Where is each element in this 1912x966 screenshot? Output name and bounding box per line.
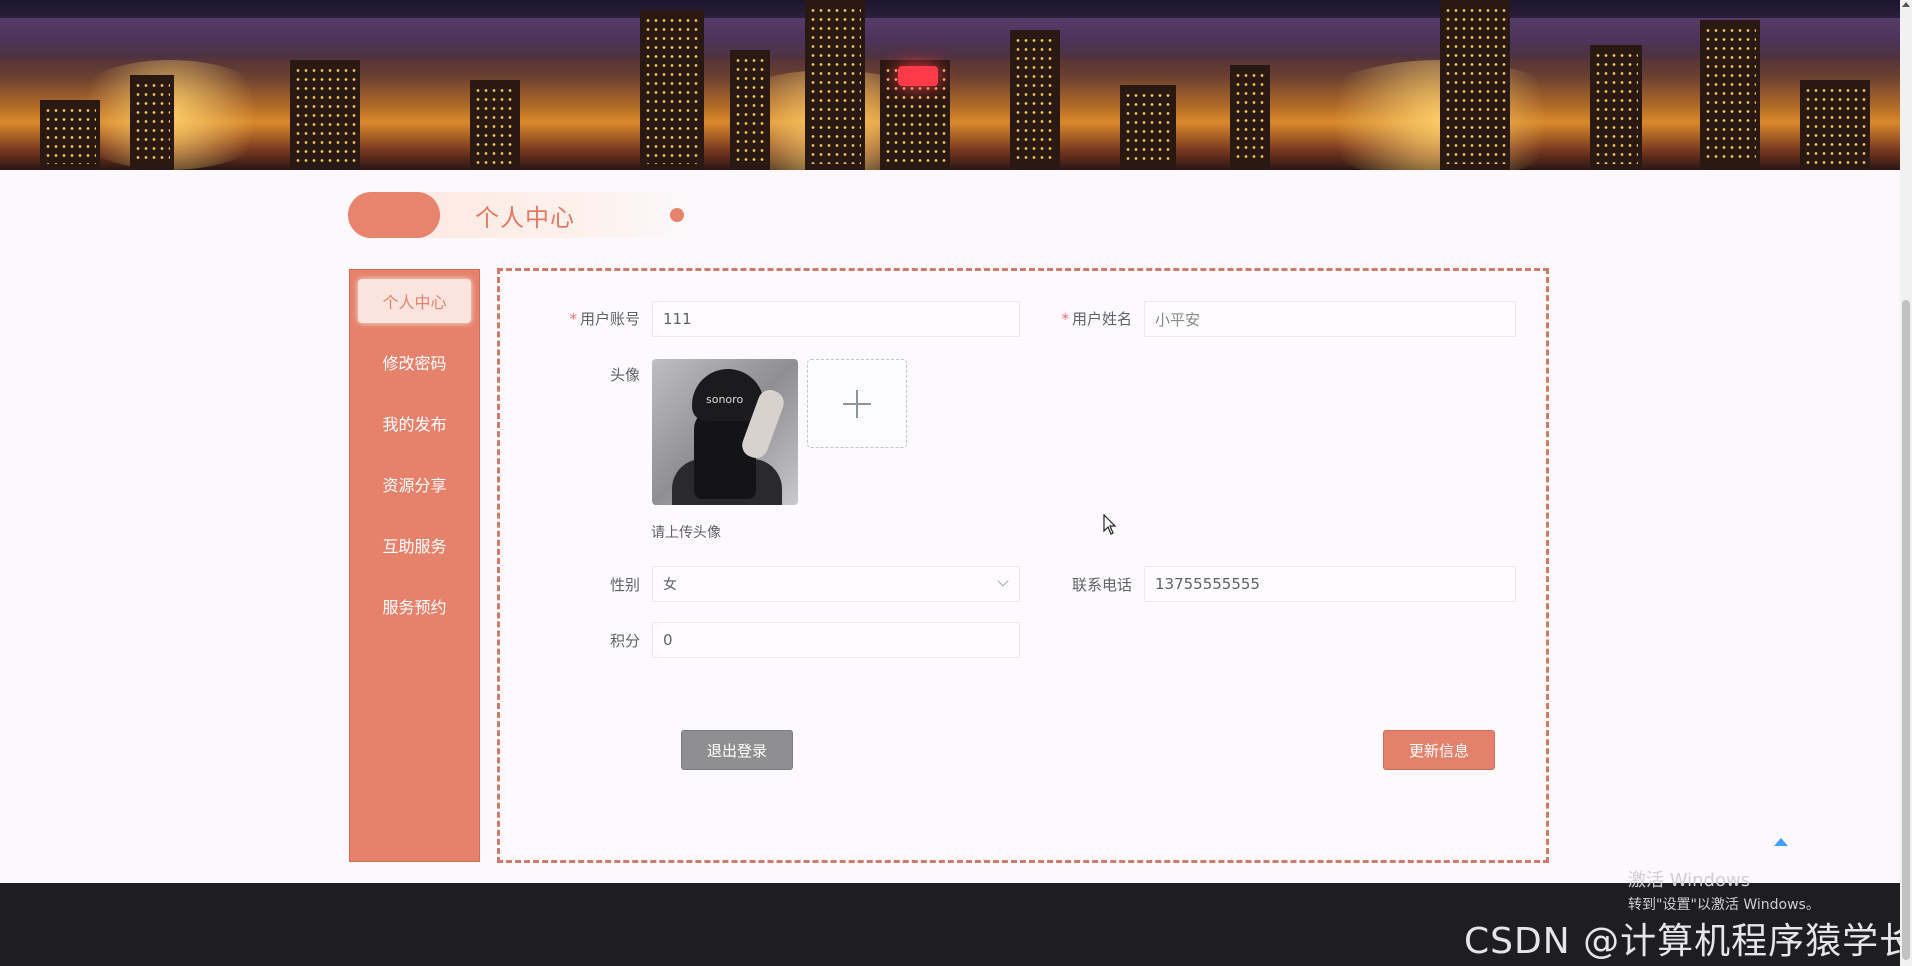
gender-select[interactable]: 女: [652, 566, 1020, 602]
sidebar-item-resource-sharing[interactable]: 资源分享: [358, 462, 471, 506]
banner-building: [1590, 45, 1642, 170]
sidebar-menu: 个人中心 修改密码 我的发布 资源分享 互助服务 服务预约: [349, 269, 480, 862]
gender-label: 性别: [609, 576, 640, 594]
name-label: * 用户姓名: [1061, 310, 1132, 328]
city-banner-image: [0, 0, 1900, 170]
banner-building: [1440, 0, 1510, 170]
required-mark: *: [569, 310, 577, 328]
banner-building: [1230, 65, 1270, 170]
banner-building: [1120, 85, 1176, 170]
logout-button[interactable]: 退出登录: [681, 730, 793, 770]
sidebar-item-my-posts[interactable]: 我的发布: [358, 401, 471, 445]
banner-building: [640, 10, 704, 170]
header-pill-decoration: [348, 192, 440, 238]
banner-building: [290, 60, 360, 170]
page-title: 个人中心: [475, 204, 575, 232]
cap-logo-text: sonoro: [706, 393, 744, 406]
banner-building: [1800, 80, 1870, 170]
banner-building: [1700, 20, 1760, 170]
update-info-button[interactable]: 更新信息: [1383, 730, 1495, 770]
avatar-label: 头像: [609, 366, 640, 384]
avatar-image[interactable]: sonoro: [652, 359, 798, 505]
account-input[interactable]: 111: [652, 301, 1020, 337]
avatar-upload-button[interactable]: [807, 359, 907, 448]
sidebar-item-mutual-help[interactable]: 互助服务: [358, 523, 471, 567]
required-mark: *: [1061, 310, 1069, 328]
banner-building: [1010, 30, 1060, 170]
windows-activation-notice: 激活 Windows 转到"设置"以激活 Windows。: [1628, 870, 1820, 913]
phone-input[interactable]: 13755555555: [1144, 566, 1516, 602]
chevron-down-icon: [997, 575, 1009, 587]
header-dot-decoration: [670, 208, 684, 222]
phone-label: 联系电话: [1071, 576, 1132, 594]
back-to-top-icon[interactable]: [1774, 838, 1788, 846]
scroll-up-arrow-icon[interactable]: [1902, 2, 1910, 7]
sidebar-item-change-password[interactable]: 修改密码: [358, 340, 471, 384]
points-input[interactable]: 0: [652, 622, 1020, 658]
banner-building: [130, 75, 174, 170]
banner-building: [40, 100, 100, 170]
points-label: 积分: [609, 632, 640, 650]
sidebar-item-personal-center[interactable]: 个人中心: [358, 279, 471, 323]
scrollbar-thumb[interactable]: [1902, 300, 1910, 960]
banner-red-light: [898, 66, 938, 86]
name-input[interactable]: 小平安: [1144, 301, 1516, 337]
banner-building: [805, 0, 865, 170]
page-scrollbar[interactable]: [1900, 0, 1912, 966]
csdn-watermark: CSDN @计算机程序猿学长: [1464, 921, 1912, 962]
banner-building: [470, 80, 520, 170]
account-label: * 用户账号: [569, 310, 640, 328]
avatar-upload-hint: 请上传头像: [651, 525, 721, 541]
sidebar-item-service-booking[interactable]: 服务预约: [358, 584, 471, 628]
banner-building: [730, 50, 770, 170]
page-header: 个人中心: [348, 188, 688, 242]
plus-icon: [856, 389, 858, 418]
